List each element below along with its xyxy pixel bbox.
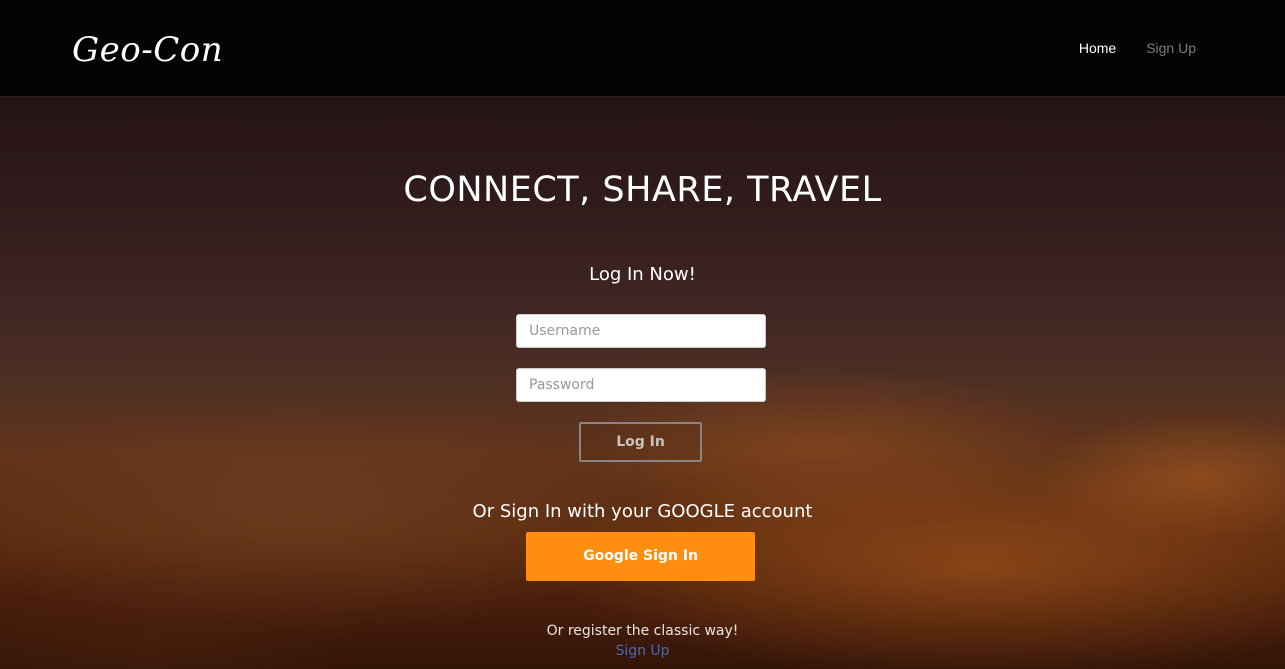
login-button[interactable]: Log In [579,422,702,462]
nav-signup-link[interactable]: Sign Up [1146,39,1196,57]
hero-section: CONNECT, SHARE, TRAVEL Log In Now! Log I… [0,97,1285,669]
register-link-row: Sign Up [0,642,1285,660]
register-text: Or register the classic way! [546,623,739,639]
password-input[interactable] [516,368,766,402]
brand-logo[interactable]: Geo-Con [72,30,223,70]
google-signin-button[interactable]: Google Sign In [526,532,755,581]
register-signup-link[interactable]: Sign Up [615,643,669,659]
nav-home-link[interactable]: Home [1079,39,1116,57]
nav-links: Home Sign Up [1079,39,1196,57]
login-title: Log In Now! [589,264,696,285]
username-input[interactable] [516,314,766,348]
google-signin-text: Or Sign In with your GOOGLE account [472,501,813,522]
navbar: Geo-Con Home Sign Up [0,0,1285,97]
hero-headline: CONNECT, SHARE, TRAVEL [403,170,882,210]
